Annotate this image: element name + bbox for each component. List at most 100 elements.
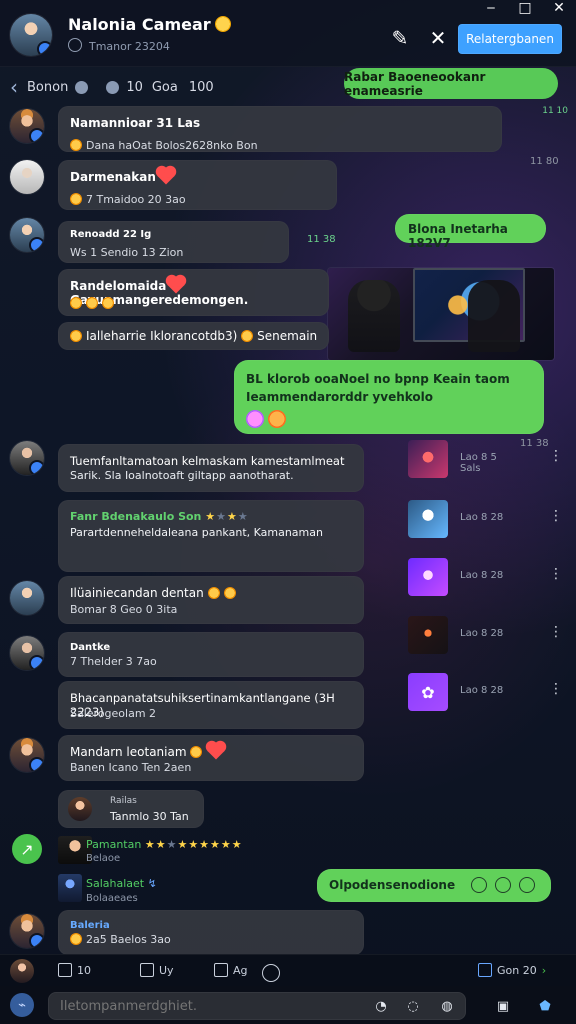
profile-avatar[interactable]	[10, 14, 52, 56]
green-message-2[interactable]: Blona Inetarha 182V7	[395, 214, 546, 250]
sender-avatar-2[interactable]	[10, 160, 44, 194]
message-line-title: Mandarn leotaniam	[70, 742, 226, 760]
message-5-title: Ialleharrie Iklorancotdb3)	[86, 329, 238, 343]
message-bubble-5[interactable]: Ialleharrie Iklorancotdb3) Senemain	[58, 322, 329, 350]
message-2-text: 7 Tmaidoo 20 3ao	[86, 193, 186, 206]
emoji-icon	[471, 877, 487, 893]
avatar-image	[10, 160, 44, 194]
subbar-item-4[interactable]: 100	[187, 80, 216, 95]
subbar-item-2[interactable]: 10	[126, 80, 143, 95]
message-7-title: Fanr Bdenakaulo Son	[70, 510, 202, 523]
message-6-title: Tuemfanltamatoan kelmaskam kamestamlmeat	[70, 454, 345, 468]
post-avatar-2	[58, 874, 82, 902]
fruit-emoji-icon	[268, 410, 286, 428]
media-thumbnail-4[interactable]	[408, 616, 448, 654]
clock-icon	[68, 38, 82, 52]
sender-avatar-8[interactable]	[10, 914, 44, 948]
emoji-icon	[70, 933, 82, 945]
sender-avatar-7[interactable]	[10, 738, 44, 772]
message-9-title: Dantke	[70, 642, 111, 653]
message-line-body: Dana haOat Bolos2628nko Bon	[70, 139, 258, 152]
message-bubble-7[interactable]: Fanr Bdenakaulo Son ★★★★ Parartdenneheld…	[58, 500, 364, 572]
sender-avatar-6[interactable]	[10, 636, 44, 670]
strip-item-3[interactable]: Ag	[214, 963, 248, 977]
rating-stars: ★★★★	[205, 510, 249, 523]
message-line-title: Ilüainiecandan dentan	[70, 586, 240, 600]
message-bubble-2[interactable]: DarmenakanGayunmangeredemongen. 7 Tmaido…	[58, 160, 337, 210]
message-bubble-15[interactable]: Baleria 2a5 Baelos 3ao	[58, 910, 364, 955]
message-bubble-6[interactable]: Tuemfanltamatoan kelmaskam kamestamlmeat…	[58, 444, 364, 492]
emoji-picker-icon[interactable]	[262, 964, 280, 982]
more-icon[interactable]: ⋮	[549, 508, 563, 524]
green-top-message[interactable]: Rabar Baoeneookanr enameasrie	[344, 68, 558, 99]
more-icon[interactable]: ⋮	[549, 448, 563, 464]
green-message-4[interactable]: Olpodensenodione	[317, 869, 551, 902]
strip-item-2[interactable]: Uy	[140, 963, 174, 977]
reaction-icon[interactable]	[75, 80, 89, 94]
message-bubble-9[interactable]: Dantke 7 Thelder 3 7ao	[58, 632, 364, 677]
bag-icon[interactable]: ▣	[494, 997, 512, 1015]
quick-action-button[interactable]: ↗	[12, 834, 42, 864]
window-close-icon[interactable]: ✕	[550, 0, 568, 16]
status-icon	[106, 80, 120, 94]
message-bubble-8[interactable]: Ilüainiecandan dentan Bomar 8 Geo 0 3ita	[58, 576, 364, 624]
message-2-title: Darmenakan	[70, 170, 156, 184]
title-text: Nalonia Camear	[68, 15, 211, 34]
message-bubble-4[interactable]: RandelomaidaGayunmangeredemongen.	[58, 269, 329, 316]
message-bubble-12[interactable]: Railas Tanmlo 30 Tan	[58, 790, 204, 828]
gif-icon[interactable]: ◍	[438, 997, 456, 1015]
more-icon[interactable]: ⋮	[549, 624, 563, 640]
media-thumbnail-3[interactable]	[408, 558, 448, 596]
message-bubble-11[interactable]: Mandarn leotaniam Banen Icano Ten 2aen	[58, 735, 364, 781]
chat-icon[interactable]: ✎	[389, 26, 411, 50]
minimize-icon[interactable]: ‒	[482, 0, 500, 16]
message-bubble-10[interactable]: Bhacanpanatatsuhiksertinamkantlangane (3…	[58, 681, 364, 729]
message-8-title: Ilüainiecandan dentan	[70, 586, 204, 600]
side-meta-4: Lao 8 28	[460, 628, 504, 639]
strip-item-2-text: Uy	[159, 963, 174, 977]
attach-icon[interactable]: ⌁	[10, 993, 34, 1017]
message-6-text: Sarik. Sla Ioalnotoaft giltapp aanothara…	[70, 469, 294, 482]
emoji-icon	[241, 330, 254, 342]
message-line-title: DarmenakanGayunmangeredemongen.	[70, 167, 176, 185]
more-icon[interactable]: ⋮	[549, 681, 563, 697]
sender-avatar-4[interactable]	[10, 441, 44, 475]
grape-emoji-icon	[246, 410, 264, 428]
maximize-icon[interactable]: □	[516, 0, 534, 16]
emoji-icon	[70, 330, 82, 342]
media-thumbnail-5[interactable]: ✿	[408, 673, 448, 711]
message-10-text: Salerogeolam 2	[70, 707, 157, 720]
message-bubble-3[interactable]: Renoadd 22 Ig Ws 1 Sendio 13 Zion	[58, 221, 289, 263]
message-bubble-1[interactable]: Namannioar 31 Las Dana haOat Bolos2628nk…	[58, 106, 502, 152]
post-2-title: Salahalaet	[86, 877, 145, 890]
avatar-image	[10, 581, 44, 615]
subbar-item-1[interactable]: Bonon	[27, 80, 68, 95]
back-chevron-icon[interactable]: ‹	[10, 75, 18, 99]
subbar-item-3[interactable]: Goa	[150, 80, 180, 95]
media-thumbnail-1[interactable]	[408, 440, 448, 478]
sender-avatar-1[interactable]	[10, 109, 44, 143]
subbar-left: ‹ Bonon 10 Goa 100	[10, 75, 216, 99]
strip-item-1[interactable]: 10	[58, 963, 91, 977]
heart-icon	[207, 742, 225, 760]
shield-icon[interactable]: ⬟	[536, 997, 554, 1015]
primary-button[interactable]: Relatergbanen	[458, 24, 562, 54]
message-7-text: Parartdenneheldaleana pankant, Kamanaman	[70, 526, 323, 539]
green-message-3[interactable]: BL klorob ooaNoel no bpnp Keain taom Iea…	[234, 360, 544, 434]
more-icon[interactable]: ⋮	[549, 566, 563, 582]
emoji-icon[interactable]: ◔	[372, 997, 390, 1015]
strip-avatar[interactable]	[10, 959, 34, 983]
close-icon[interactable]: ✕	[427, 26, 449, 50]
sticker-icon[interactable]: ◌	[404, 997, 422, 1015]
sender-avatar-3[interactable]	[10, 218, 44, 252]
message-15-text: 2a5 Baelos 3ao	[86, 933, 171, 946]
verified-badge-icon	[37, 41, 52, 56]
strip-right-meta: Gon 20 ›	[478, 963, 546, 977]
box-icon	[140, 963, 154, 977]
media-thumbnail-2[interactable]	[408, 500, 448, 538]
embedded-image[interactable]	[328, 268, 554, 360]
emoji-icon	[70, 139, 82, 151]
sender-avatar-5[interactable]	[10, 581, 44, 615]
message-line-title: Ialleharrie Iklorancotdb3) Senemain	[70, 329, 317, 343]
page-title: Nalonia Camear	[68, 15, 231, 34]
